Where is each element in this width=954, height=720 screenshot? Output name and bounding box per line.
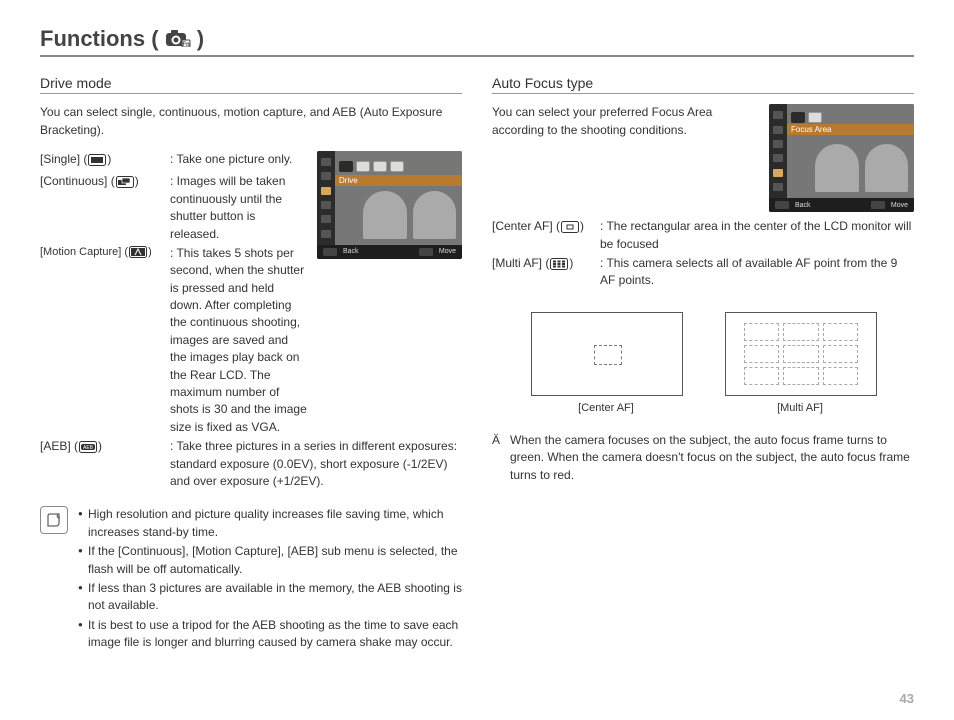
- svg-text:AEB: AEB: [83, 445, 94, 451]
- drive-options-row: [339, 161, 404, 172]
- sidebar-dot: [321, 215, 331, 223]
- sidebar-dot: [321, 172, 331, 180]
- af-note: Ä When the camera focuses on the subject…: [492, 432, 914, 484]
- multi-af-figure: [Multi AF]: [725, 312, 875, 414]
- right-column: Auto Focus type: [492, 75, 914, 653]
- sidebar-dot: [773, 126, 783, 134]
- menu-key-icon: [775, 201, 789, 209]
- drive-option-icon: [339, 161, 353, 172]
- note-symbol: Ä: [492, 432, 510, 484]
- move-label: Move: [891, 202, 908, 209]
- def-term: [AEB] (AEB): [40, 438, 170, 458]
- camera-fn-icon: Fn: [165, 27, 191, 53]
- multi-af-diagram: [725, 312, 877, 396]
- screenshot-people: [363, 191, 456, 239]
- left-column: Drive mode You can select single, contin…: [40, 75, 462, 653]
- continuous-shot-icon: [116, 176, 134, 193]
- af-type-screenshot: Focus Area Back Move: [769, 104, 914, 212]
- move-label: Move: [439, 248, 456, 255]
- manual-page: Functions ( Fn ) Drive mode You can sele…: [0, 0, 954, 720]
- af-intro-block: Focus Area Back Move You can select your…: [492, 104, 914, 218]
- center-af-rect: [594, 345, 622, 365]
- af-option-icon: [791, 112, 805, 123]
- def-desc: This camera selects all of available AF …: [600, 255, 914, 290]
- def-desc: The rectangular area in the center of th…: [600, 218, 914, 253]
- single-shot-icon: [88, 154, 106, 171]
- note-icon: [40, 506, 68, 534]
- multi-af-caption: [Multi AF]: [725, 402, 875, 414]
- screenshot-sidebar: [769, 104, 787, 198]
- af-figures: [Center AF] [Multi AF]: [492, 312, 914, 414]
- dpad-icon: [871, 201, 885, 209]
- sidebar-dot: [321, 230, 331, 238]
- drive-mode-screenshot: Drive Back Move: [317, 151, 462, 259]
- drive-mode-heading: Drive mode: [40, 75, 462, 94]
- def-term: [Motion Capture] (): [40, 245, 170, 264]
- screenshot-people: [815, 144, 908, 192]
- sidebar-dot: [773, 154, 783, 162]
- def-single: [Single] () Take one picture only.: [40, 151, 307, 171]
- def-term: [Center AF] (): [492, 218, 600, 238]
- aeb-icon: AEB: [79, 441, 97, 458]
- sidebar-dot-active: [773, 169, 783, 177]
- center-af-diagram: [531, 312, 683, 396]
- note-box: High resolution and picture quality incr…: [40, 506, 462, 653]
- screenshot-banner: Drive: [335, 175, 462, 186]
- dpad-icon: [419, 248, 433, 256]
- sidebar-dot: [773, 140, 783, 148]
- screenshot-banner: Focus Area: [787, 124, 914, 135]
- motion-capture-icon: [129, 246, 147, 264]
- screenshot-sidebar: [317, 151, 335, 245]
- def-desc: Take three pictures in a series in diffe…: [170, 438, 462, 490]
- sidebar-dot: [773, 183, 783, 191]
- title-suffix: ): [197, 26, 204, 51]
- def-continuous: [Continuous] () Images will be taken con…: [40, 173, 307, 243]
- def-desc: Images will be taken continuously until …: [170, 173, 307, 243]
- note-item: It is best to use a tripod for the AEB s…: [78, 617, 462, 652]
- back-label: Back: [795, 202, 811, 209]
- title-prefix: Functions (: [40, 26, 159, 51]
- af-option-icon: [808, 112, 822, 123]
- def-motion-capture: [Motion Capture] () This takes 5 shots p…: [40, 245, 307, 436]
- def-multi-af: [Multi AF] () This camera selects all of…: [492, 255, 914, 290]
- columns: Drive mode You can select single, contin…: [40, 75, 914, 653]
- note-list: High resolution and picture quality incr…: [78, 506, 462, 653]
- center-af-figure: [Center AF]: [531, 312, 681, 414]
- def-aeb: [AEB] (AEB) Take three pictures in a ser…: [40, 438, 462, 490]
- def-desc: Take one picture only.: [170, 151, 307, 168]
- drive-option-icon: [356, 161, 370, 172]
- def-center-af: [Center AF] () The rectangular area in t…: [492, 218, 914, 253]
- af-options-row: [791, 112, 822, 123]
- note-item: If the [Continuous], [Motion Capture], […: [78, 543, 462, 578]
- def-term: [Continuous] (): [40, 173, 170, 193]
- sidebar-dot-active: [321, 187, 331, 195]
- note-item: If less than 3 pictures are available in…: [78, 580, 462, 615]
- page-number: 43: [900, 691, 914, 706]
- af-note-text: When the camera focuses on the subject, …: [510, 432, 914, 484]
- multi-af-grid: [744, 323, 858, 385]
- def-desc: This takes 5 shots per second, when the …: [170, 245, 307, 436]
- back-label: Back: [343, 248, 359, 255]
- drive-option-icon: [373, 161, 387, 172]
- center-af-caption: [Center AF]: [531, 402, 681, 414]
- drive-mode-body: Drive Back Move [Single] () Take one pic…: [40, 151, 462, 492]
- af-definitions: [Center AF] () The rectangular area in t…: [492, 218, 914, 290]
- center-af-icon: [561, 221, 579, 238]
- note-item: High resolution and picture quality incr…: [78, 506, 462, 541]
- drive-option-icon: [390, 161, 404, 172]
- sidebar-dot: [321, 201, 331, 209]
- sidebar-dot: [321, 158, 331, 166]
- multi-af-icon: [550, 258, 568, 275]
- af-type-heading: Auto Focus type: [492, 75, 914, 94]
- def-term: [Single] (): [40, 151, 170, 171]
- drive-mode-intro: You can select single, continuous, motio…: [40, 104, 462, 139]
- def-term: [Multi AF] (): [492, 255, 600, 275]
- screenshot-footer: Back Move: [769, 198, 914, 212]
- sidebar-dot: [773, 111, 783, 119]
- screenshot-footer: Back Move: [317, 245, 462, 259]
- svg-text:Fn: Fn: [182, 42, 190, 47]
- menu-key-icon: [323, 248, 337, 256]
- page-title: Functions ( Fn ): [40, 26, 914, 57]
